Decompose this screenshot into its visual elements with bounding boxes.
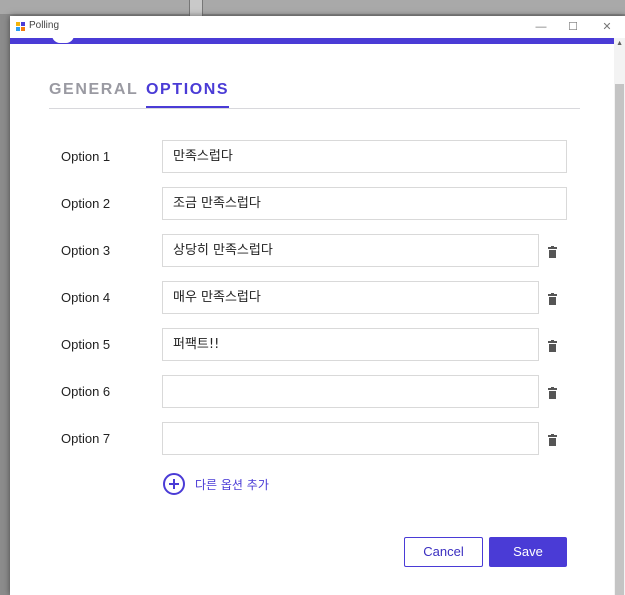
trash-icon[interactable] xyxy=(548,387,557,399)
option-4-input[interactable]: 매우 만족스럽다 xyxy=(162,281,539,314)
desktop-background xyxy=(0,0,625,14)
option-2-input[interactable]: 조금 만족스럽다 xyxy=(162,187,567,220)
option-4-label: Option 4 xyxy=(61,290,111,305)
tab-general[interactable]: GENERAL xyxy=(49,81,138,99)
option-3-label: Option 3 xyxy=(61,243,111,258)
tab-options[interactable]: OPTIONS xyxy=(146,81,230,108)
option-6-label: Option 6 xyxy=(61,384,111,399)
polling-window: Polling — ☐ ✕ ▲ GENERAL OPTIONS Option 1… xyxy=(10,16,625,595)
header-accent-bar xyxy=(10,38,614,44)
option-7-input[interactable] xyxy=(162,422,539,455)
tab-bar: GENERAL OPTIONS xyxy=(49,77,580,109)
save-button[interactable]: Save xyxy=(489,537,567,567)
option-7-label: Option 7 xyxy=(61,431,111,446)
option-5-label: Option 5 xyxy=(61,337,111,352)
trash-icon[interactable] xyxy=(548,434,557,446)
option-1-input[interactable]: 만족스럽다 xyxy=(162,140,567,173)
add-option-label[interactable]: 다른 옵션 추가 xyxy=(195,476,269,493)
add-option-button[interactable]: 다른 옵션 추가 xyxy=(163,473,269,495)
option-3-input[interactable]: 상당히 만족스럽다 xyxy=(162,234,539,267)
close-button[interactable]: ✕ xyxy=(594,18,620,36)
window-title: Polling xyxy=(29,20,60,31)
cancel-button[interactable]: Cancel xyxy=(404,537,483,567)
minimize-button[interactable]: — xyxy=(528,18,554,36)
scroll-up-arrow-icon[interactable]: ▲ xyxy=(616,40,623,47)
option-6-input[interactable] xyxy=(162,375,539,408)
plus-circle-icon[interactable] xyxy=(163,473,185,495)
option-1-label: Option 1 xyxy=(61,149,111,164)
app-icon xyxy=(16,22,25,31)
scrollbar-thumb[interactable] xyxy=(615,84,624,595)
background-window-edge xyxy=(189,0,203,16)
option-2-label: Option 2 xyxy=(61,196,111,211)
title-bar[interactable]: Polling — ☐ ✕ xyxy=(10,16,625,38)
trash-icon[interactable] xyxy=(548,293,557,305)
trash-icon[interactable] xyxy=(548,246,557,258)
option-5-input[interactable]: 퍼팩트!! xyxy=(162,328,539,361)
maximize-button[interactable]: ☐ xyxy=(560,18,586,36)
trash-icon[interactable] xyxy=(548,340,557,352)
